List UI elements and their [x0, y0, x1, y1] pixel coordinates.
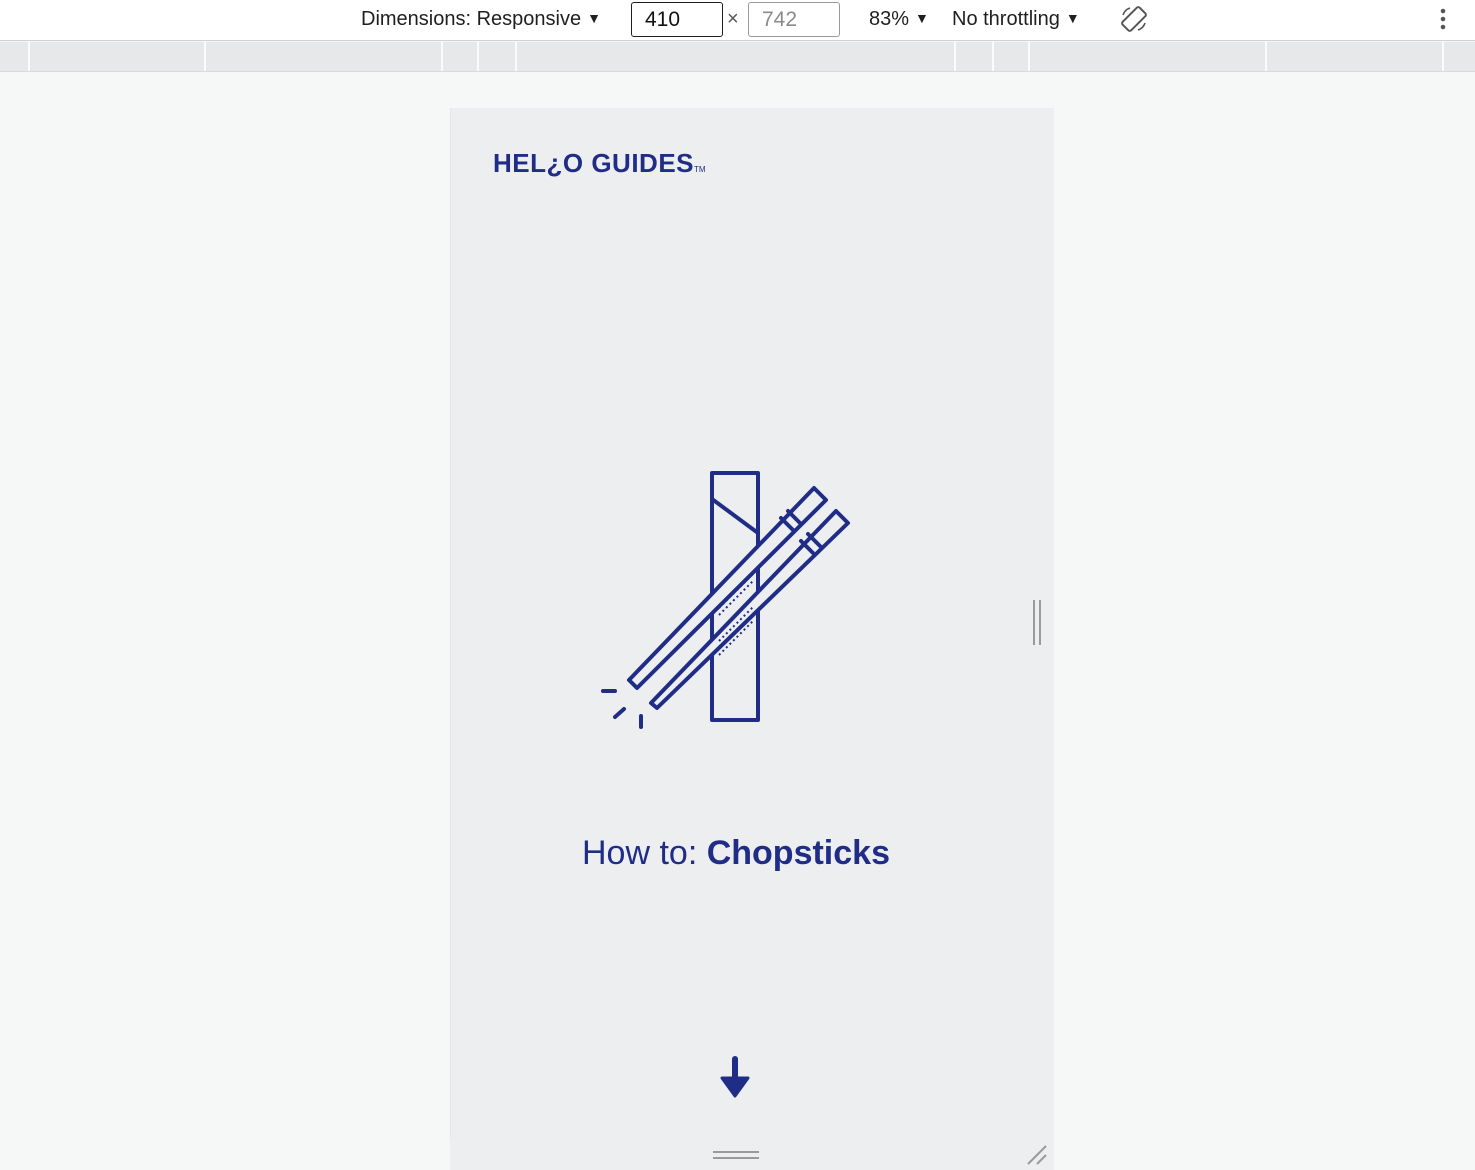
- horizontal-grip-icon[interactable]: [713, 1148, 759, 1162]
- headline-title: Chopsticks: [706, 834, 890, 872]
- times-symbol: ×: [727, 8, 739, 30]
- throttling-label: No throttling: [952, 8, 1060, 30]
- throttling-dropdown[interactable]: No throttling ▼: [952, 7, 1080, 32]
- arrow-down-icon[interactable]: [719, 1054, 751, 1100]
- media-query-segment[interactable]: [992, 42, 994, 71]
- media-query-segment[interactable]: [28, 42, 30, 71]
- chevron-down-icon: ▼: [915, 10, 929, 26]
- dimensions-label: Dimensions: Responsive: [361, 8, 582, 30]
- width-input[interactable]: 410: [631, 2, 723, 37]
- corner-resize-icon[interactable]: [1024, 1142, 1050, 1166]
- media-query-segment[interactable]: [1442, 42, 1444, 71]
- media-query-bar: [0, 42, 1475, 72]
- chevron-down-icon: ▼: [1065, 10, 1080, 26]
- emulated-viewport: HEL¿O GUIDESTM How to: Chopsticks: [450, 108, 1020, 1138]
- media-query-segment[interactable]: [441, 42, 443, 71]
- media-query-segment[interactable]: [954, 42, 956, 71]
- media-query-segment[interactable]: [1265, 42, 1267, 71]
- page-headline: How to: Chopsticks: [451, 834, 1020, 873]
- media-query-segment[interactable]: [1028, 42, 1030, 71]
- logo-text: HEL¿O GUIDES: [493, 148, 695, 178]
- device-toolbar: Dimensions: Responsive ▼ 410 × 742 83% ▼ N…: [0, 0, 1475, 41]
- rotate-icon[interactable]: [1120, 5, 1148, 33]
- chopsticks-icon: [601, 471, 850, 729]
- media-query-segment[interactable]: [515, 42, 517, 71]
- zoom-dropdown[interactable]: 83% ▼: [869, 7, 929, 32]
- height-input[interactable]: 742: [748, 2, 840, 37]
- logo-trademark: TM: [694, 165, 706, 174]
- dimensions-dropdown[interactable]: Dimensions: Responsive ▼: [361, 7, 601, 32]
- media-query-segment[interactable]: [477, 42, 479, 71]
- chevron-down-icon: ▼: [587, 10, 601, 26]
- hello-guides-logo[interactable]: HEL¿O GUIDESTM: [493, 148, 706, 179]
- vertical-grip-icon[interactable]: [1032, 600, 1042, 645]
- media-query-segment[interactable]: [204, 42, 206, 71]
- kebab-menu-icon[interactable]: [1436, 7, 1450, 33]
- zoom-label: 83%: [869, 8, 910, 30]
- headline-prefix: How to:: [582, 834, 707, 872]
